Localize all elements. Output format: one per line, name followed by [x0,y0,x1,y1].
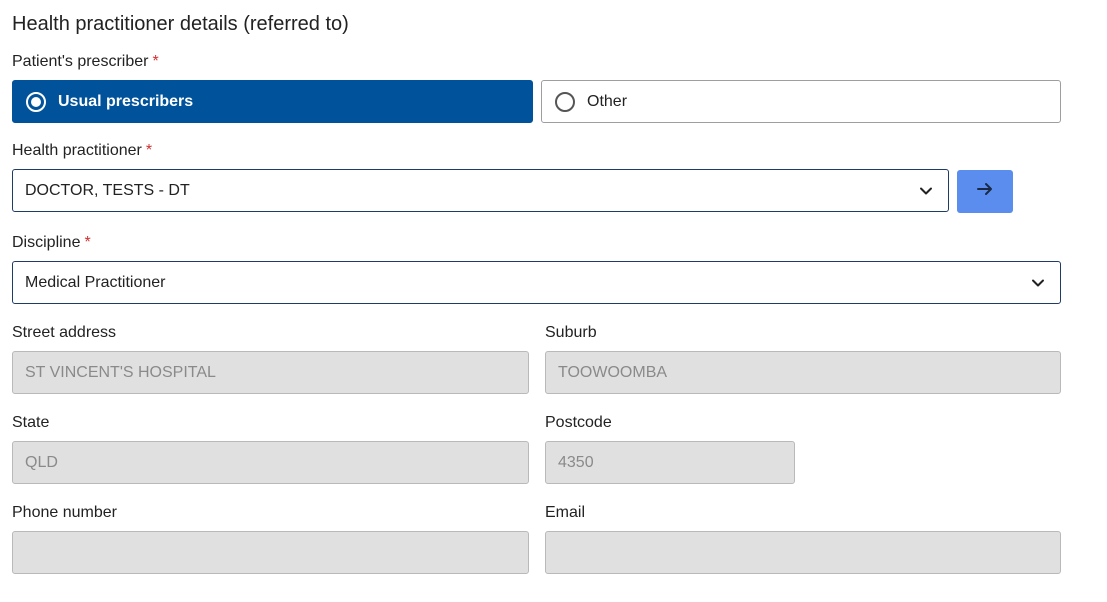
postcode-field[interactable]: 4350 [545,441,795,484]
phone-number-label: Phone number [12,504,117,521]
discipline-label-row: Discipline * [12,234,91,252]
state-label: State [12,414,50,431]
required-marker: * [152,53,159,70]
arrow-right-icon [975,179,995,204]
practitioner-select-value: DOCTOR, TESTS - DT [25,181,190,199]
discipline-select-value: Medical Practitioner [25,273,166,291]
street-address-label: Street address [12,324,117,341]
radio-other[interactable]: Other [541,80,1061,123]
radio-checked-icon [26,91,46,112]
prescriber-label-row: Patient's prescriber * [12,53,159,71]
postcode-label: Postcode [545,414,612,431]
practitioner-label-row: Health practitioner * [12,142,152,160]
discipline-label: Discipline [12,234,81,251]
phone-number-field[interactable] [12,531,529,574]
required-marker: * [84,234,91,251]
discipline-select[interactable]: Medical Practitioner [12,261,1061,304]
email-label: Email [545,504,586,521]
radio-unchecked-icon [555,91,575,112]
chevron-down-icon [914,179,938,203]
chevron-down-icon [1026,271,1050,295]
radio-usual-prescribers-label: Usual prescribers [58,92,194,110]
practitioner-label: Health practitioner [12,142,142,159]
required-marker: * [145,142,153,159]
practitioner-go-button[interactable] [957,170,1013,213]
section-title: Health practitioner details (referred to… [12,13,349,35]
practitioner-form: Health practitioner details (referred to… [0,0,1107,602]
radio-other-label: Other [587,92,628,110]
street-address-field[interactable]: ST VINCENT'S HOSPITAL [12,351,529,394]
suburb-label: Suburb [545,324,597,341]
prescriber-label: Patient's prescriber [12,53,149,70]
email-field[interactable] [545,531,1061,574]
practitioner-select[interactable]: DOCTOR, TESTS - DT [12,169,949,212]
state-field[interactable]: QLD [12,441,529,484]
radio-usual-prescribers[interactable]: Usual prescribers [12,80,533,123]
suburb-field[interactable]: TOOWOOMBA [545,351,1061,394]
